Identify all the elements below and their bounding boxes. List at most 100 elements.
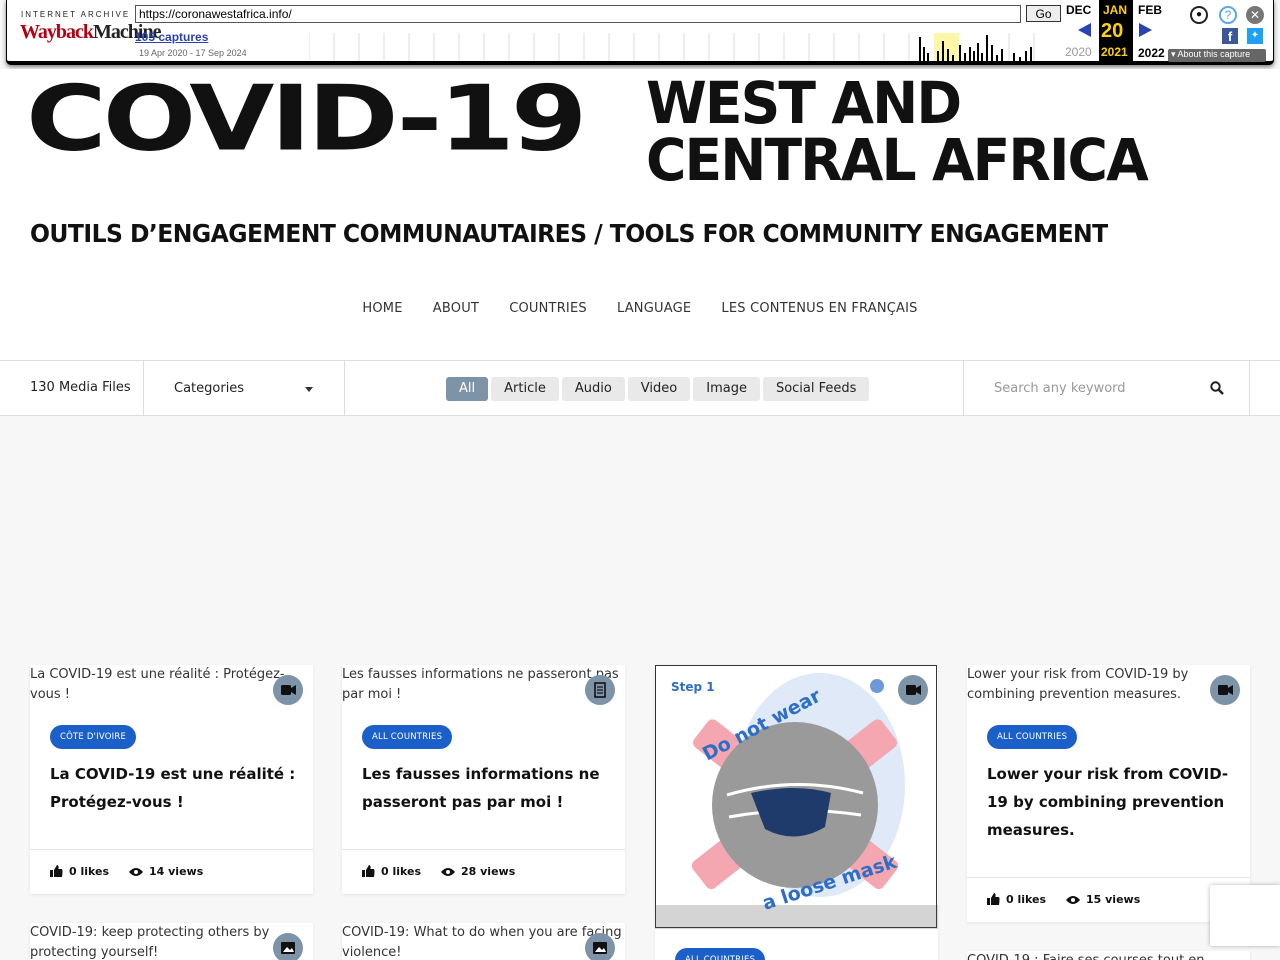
internet-archive-label: INTERNET ARCHIVE [21,10,131,19]
nav-home[interactable]: HOME [362,301,402,316]
capture-range: 19 Apr 2020 - 17 Sep 2024 [139,48,247,58]
next-month[interactable]: FEB [1138,3,1162,17]
country-badge[interactable]: ALL COUNTRIES [987,725,1078,749]
wayback-toolbar: INTERNET ARCHIVE WaybackMachine Go 105 c… [6,0,1274,65]
about-capture-dropdown[interactable]: ▾ About this capture [1168,49,1266,62]
nav-about[interactable]: ABOUT [433,301,479,316]
card-image-alt[interactable]: Les fausses informations ne passeront pa… [342,665,625,705]
eye-icon [129,868,143,876]
prev-capture-icon[interactable] [1078,23,1092,37]
country-badge[interactable]: ALL COUNTRIES [675,948,766,960]
user-account-icon[interactable]: ● [1190,6,1208,24]
captures-link[interactable]: 105 captures [135,30,208,44]
thumbs-up-icon [50,865,63,877]
capture-sparkline[interactable] [309,33,1061,61]
likes[interactable]: 0 likes [987,893,1046,906]
likes[interactable]: 0 likes [50,865,109,878]
thumbs-up-icon [987,893,1000,905]
recaptcha-badge[interactable] [1210,885,1280,946]
tab-image[interactable]: Image [693,377,760,401]
nav-french-content[interactable]: LES CONTENUS EN FRANÇAIS [721,301,917,316]
current-day: 20 [1101,20,1124,42]
chevron-down-icon: ▾ [1171,49,1176,59]
region-line-1: WEST AND [646,69,962,137]
divider [963,361,964,415]
card-image-alt[interactable]: COVID-19: What to do when you are facing… [342,923,625,960]
next-year[interactable]: 2022 [1138,46,1165,60]
search-icon[interactable] [1210,381,1224,395]
eye-icon [1066,896,1080,904]
current-year: 2021 [1101,45,1128,59]
likes-count: 0 likes [1006,893,1047,906]
wayback-logo-a: Wayback [20,21,94,43]
card-image-alt[interactable]: COVID-19: keep protecting others by prot… [30,923,275,960]
media-filter-bar: 130 Media Files Categories All Article A… [0,360,1280,416]
media-card[interactable]: Step 1 Do not wear a loose mask ALL COUN… [655,665,938,960]
site-tagline: OUTILS D’ENGAGEMENT COMMUNAUTAIRES / TOO… [30,219,1108,248]
tab-video[interactable]: Video [627,377,691,401]
about-capture-label: About this capture [1177,49,1251,59]
media-type-tabs: All Article Audio Video Image Social Fee… [446,377,870,401]
card-image-mask-illustration[interactable]: Step 1 Do not wear a loose mask [655,665,938,929]
views-count: 28 views [461,865,516,878]
caret-down-icon[interactable] [305,387,313,392]
prev-year[interactable]: 2020 [1065,45,1092,59]
nav-language[interactable]: LANGUAGE [617,301,691,316]
search-input[interactable]: Search any keyword [994,381,1126,396]
views-count: 15 views [1086,893,1141,906]
country-badge[interactable]: ALL COUNTRIES [362,725,453,749]
views-count: 14 views [149,865,204,878]
media-card[interactable]: COVID-19 : Faire ses courses tout en [967,951,1250,960]
views: 14 views [129,865,203,878]
tab-all[interactable]: All [446,377,489,401]
card-footer: 0 likes 15 views [967,877,1250,922]
media-card[interactable]: COVID-19: What to do when you are facing… [342,923,625,960]
mask-image-step: Step 1 [671,680,715,694]
likes-count: 0 likes [69,865,110,878]
next-capture-icon[interactable] [1139,23,1153,37]
site-header: COVID-19 WEST AND CENTRAL AFRICA OUTILS … [0,69,1280,360]
site-title-covid[interactable]: COVID-19 [26,73,587,163]
views: 15 views [1066,893,1140,906]
media-card[interactable]: La COVID-19 est une réalité : Protégez-v… [30,665,313,894]
card-image-alt[interactable]: La COVID-19 est une réalité : Protégez-v… [30,665,313,705]
facebook-icon[interactable]: f [1222,28,1238,44]
thumbs-up-icon [362,865,375,877]
media-card[interactable]: Lower your risk from COVID-19 by combini… [967,665,1250,922]
article-icon [585,675,615,705]
image-icon [273,933,303,960]
site-title-region: WEST AND CENTRAL AFRICA [646,69,1149,194]
views: 28 views [441,865,515,878]
card-image-alt[interactable]: COVID-19 : Faire ses courses tout en [967,951,1250,960]
video-icon [1210,675,1240,705]
tab-audio[interactable]: Audio [561,377,625,401]
tab-social-feeds[interactable]: Social Feeds [762,377,870,401]
main-nav: HOME ABOUT COUNTRIES LANGUAGE LES CONTEN… [0,301,1280,316]
likes[interactable]: 0 likes [362,865,421,878]
divider [344,361,345,415]
tab-article[interactable]: Article [491,377,559,401]
media-card[interactable]: Les fausses informations ne passeront pa… [342,665,625,894]
divider [143,361,144,415]
card-title[interactable]: Lower your risk from COVID-19 by combini… [987,760,1237,844]
card-title[interactable]: Les fausses informations ne passeront pa… [362,760,612,816]
close-icon[interactable]: ✕ [1246,6,1264,24]
categories-dropdown[interactable]: Categories [174,381,244,396]
media-count: 130 Media Files [30,380,131,395]
video-icon [273,675,303,705]
wayback-url-input[interactable] [135,5,1021,23]
card-image-alt[interactable]: Lower your risk from COVID-19 by combini… [967,665,1212,705]
video-icon [898,675,928,705]
card-footer: 0 likes 14 views [30,849,313,894]
prev-month[interactable]: DEC [1066,3,1091,17]
twitter-icon[interactable]: ✦ [1247,28,1263,44]
likes-count: 0 likes [381,865,422,878]
media-card[interactable]: COVID-19: keep protecting others by prot… [30,923,313,960]
divider [1249,361,1250,415]
region-line-2: CENTRAL AFRICA [646,125,1149,194]
go-button[interactable]: Go [1026,5,1061,22]
card-title[interactable]: La COVID-19 est une réalité : Protégez-v… [50,760,300,816]
nav-countries[interactable]: COUNTRIES [509,301,587,316]
help-icon[interactable]: ? [1219,6,1237,24]
country-badge[interactable]: CÔTE D'IVOIRE [50,725,137,749]
